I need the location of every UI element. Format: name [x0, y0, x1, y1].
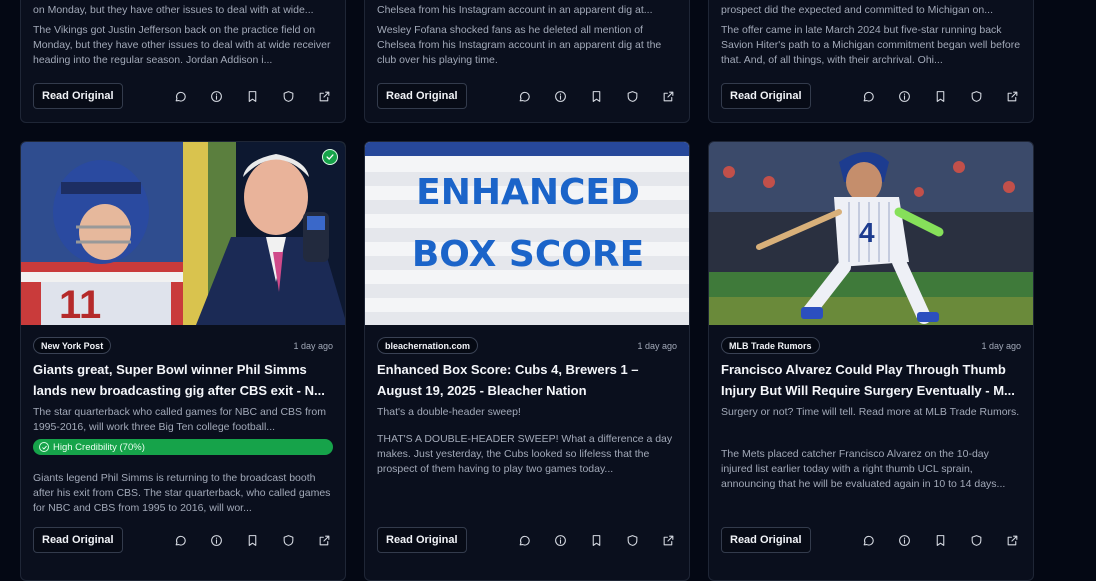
card-actions: Read Original	[721, 83, 1021, 109]
card-snippet: Giants legend Phil Simms is returning to…	[33, 472, 331, 514]
news-card: on Monday, but they have other issues to…	[20, 0, 346, 123]
source-badge[interactable]: MLB Trade Rumors	[721, 337, 820, 354]
comment-icon[interactable]	[861, 89, 875, 103]
info-icon[interactable]	[553, 89, 567, 103]
shield-icon[interactable]	[969, 533, 983, 547]
read-original-button[interactable]: Read Original	[33, 83, 123, 109]
article-summary: That's a double-header sweep!	[377, 406, 521, 418]
info-icon[interactable]	[209, 533, 223, 547]
read-original-button[interactable]: Read Original	[377, 527, 467, 553]
info-icon[interactable]	[553, 533, 567, 547]
phil-simms-photo: 11	[21, 142, 345, 325]
card-actions: Read Original	[33, 527, 333, 553]
card-meta: bleachernation.com 1 day ago	[377, 337, 677, 354]
external-link-icon[interactable]	[661, 89, 675, 103]
read-original-button[interactable]: Read Original	[721, 527, 811, 553]
article-summary: Surgery or not? Time will tell. Read mor…	[721, 406, 1020, 418]
card-meta: New York Post 1 day ago	[33, 337, 333, 354]
box-score-image: ENHANCED BOX SCORE	[365, 142, 689, 325]
comment-icon[interactable]	[517, 89, 531, 103]
article-thumbnail[interactable]: 4	[709, 142, 1033, 325]
card-snippet: THAT'S A DOUBLE-HEADER SWEEP! What a dif…	[377, 433, 673, 475]
card-action-icons	[517, 83, 689, 109]
shield-icon[interactable]	[281, 533, 295, 547]
card-action-icons	[173, 527, 345, 553]
comment-icon[interactable]	[517, 533, 531, 547]
card-actions: Read Original	[721, 527, 1021, 553]
card-action-icons	[173, 83, 345, 109]
jersey-number: 11	[59, 283, 101, 325]
external-link-icon[interactable]	[317, 533, 331, 547]
credibility-label: High Credibility (70%)	[53, 441, 145, 453]
bookmark-icon[interactable]	[245, 89, 259, 103]
card-action-icons	[861, 83, 1033, 109]
shield-icon[interactable]	[625, 89, 639, 103]
source-badge[interactable]: New York Post	[33, 337, 112, 354]
card-snippet: Wesley Fofana shocked fans as he deleted…	[377, 24, 662, 66]
read-original-button[interactable]: Read Original	[377, 83, 467, 109]
card-actions: Read Original	[377, 83, 677, 109]
jersey-number: 4	[859, 217, 875, 248]
source-badge[interactable]: bleachernation.com	[377, 337, 479, 354]
external-link-icon[interactable]	[661, 533, 675, 547]
bookmark-icon[interactable]	[589, 533, 603, 547]
card-snippet: The Mets placed catcher Francisco Alvare…	[721, 448, 1006, 490]
article-thumbnail[interactable]: ENHANCED BOX SCORE	[365, 142, 689, 325]
card-snippet: The offer came in late March 2024 but fi…	[721, 24, 1021, 66]
read-original-button[interactable]: Read Original	[33, 527, 123, 553]
bookmark-icon[interactable]	[933, 89, 947, 103]
article-title[interactable]: Francisco Alvarez Could Play Through Thu…	[721, 359, 1021, 401]
info-icon[interactable]	[897, 533, 911, 547]
news-card: ENHANCED BOX SCORE bleachernation.com 1 …	[364, 141, 690, 581]
baseball-player-photo: 4	[709, 142, 1033, 325]
external-link-icon[interactable]	[1005, 533, 1019, 547]
box-score-headline: ENHANCED	[416, 172, 640, 213]
shield-icon[interactable]	[625, 533, 639, 547]
news-card: prospect did the expected and committed …	[708, 0, 1034, 123]
comment-icon[interactable]	[173, 533, 187, 547]
news-card: Chelsea from his Instagram account in an…	[364, 0, 690, 123]
bookmark-icon[interactable]	[589, 89, 603, 103]
timestamp: 1 day ago	[293, 340, 333, 351]
read-original-button[interactable]: Read Original	[721, 83, 811, 109]
card-snippet-head: prospect did the expected and committed …	[721, 4, 993, 16]
timestamp: 1 day ago	[637, 340, 677, 351]
comment-icon[interactable]	[173, 89, 187, 103]
card-actions: Read Original	[377, 527, 677, 553]
info-icon[interactable]	[897, 89, 911, 103]
timestamp: 1 day ago	[981, 340, 1021, 351]
card-snippet-head: on Monday, but they have other issues to…	[33, 4, 314, 16]
check-circle-icon	[39, 442, 49, 452]
article-thumbnail[interactable]: 11	[21, 142, 345, 325]
external-link-icon[interactable]	[1005, 89, 1019, 103]
card-action-icons	[517, 527, 689, 553]
info-icon[interactable]	[209, 89, 223, 103]
card-snippet-head: Chelsea from his Instagram account in an…	[377, 4, 653, 16]
news-card: 11 New York Post 1 day ago Giants great,…	[20, 141, 346, 581]
news-card: 4 MLB Trade Rumors 1 day ago Francisco A…	[708, 141, 1034, 581]
article-title[interactable]: Giants great, Super Bowl winner Phil Sim…	[33, 359, 333, 401]
article-title[interactable]: Enhanced Box Score: Cubs 4, Brewers 1 – …	[377, 359, 677, 401]
box-score-subheadline: BOX SCORE	[412, 234, 644, 275]
credibility-badge: High Credibility (70%)	[33, 439, 333, 455]
card-meta: MLB Trade Rumors 1 day ago	[721, 337, 1021, 354]
comment-icon[interactable]	[861, 533, 875, 547]
card-actions: Read Original	[33, 83, 333, 109]
card-snippet: The Vikings got Justin Jefferson back on…	[33, 24, 331, 66]
bookmark-icon[interactable]	[933, 533, 947, 547]
verified-check-icon	[322, 149, 338, 165]
card-action-icons	[861, 527, 1033, 553]
bookmark-icon[interactable]	[245, 533, 259, 547]
article-summary: The star quarterback who called games fo…	[33, 406, 326, 433]
external-link-icon[interactable]	[317, 89, 331, 103]
shield-icon[interactable]	[281, 89, 295, 103]
shield-icon[interactable]	[969, 89, 983, 103]
